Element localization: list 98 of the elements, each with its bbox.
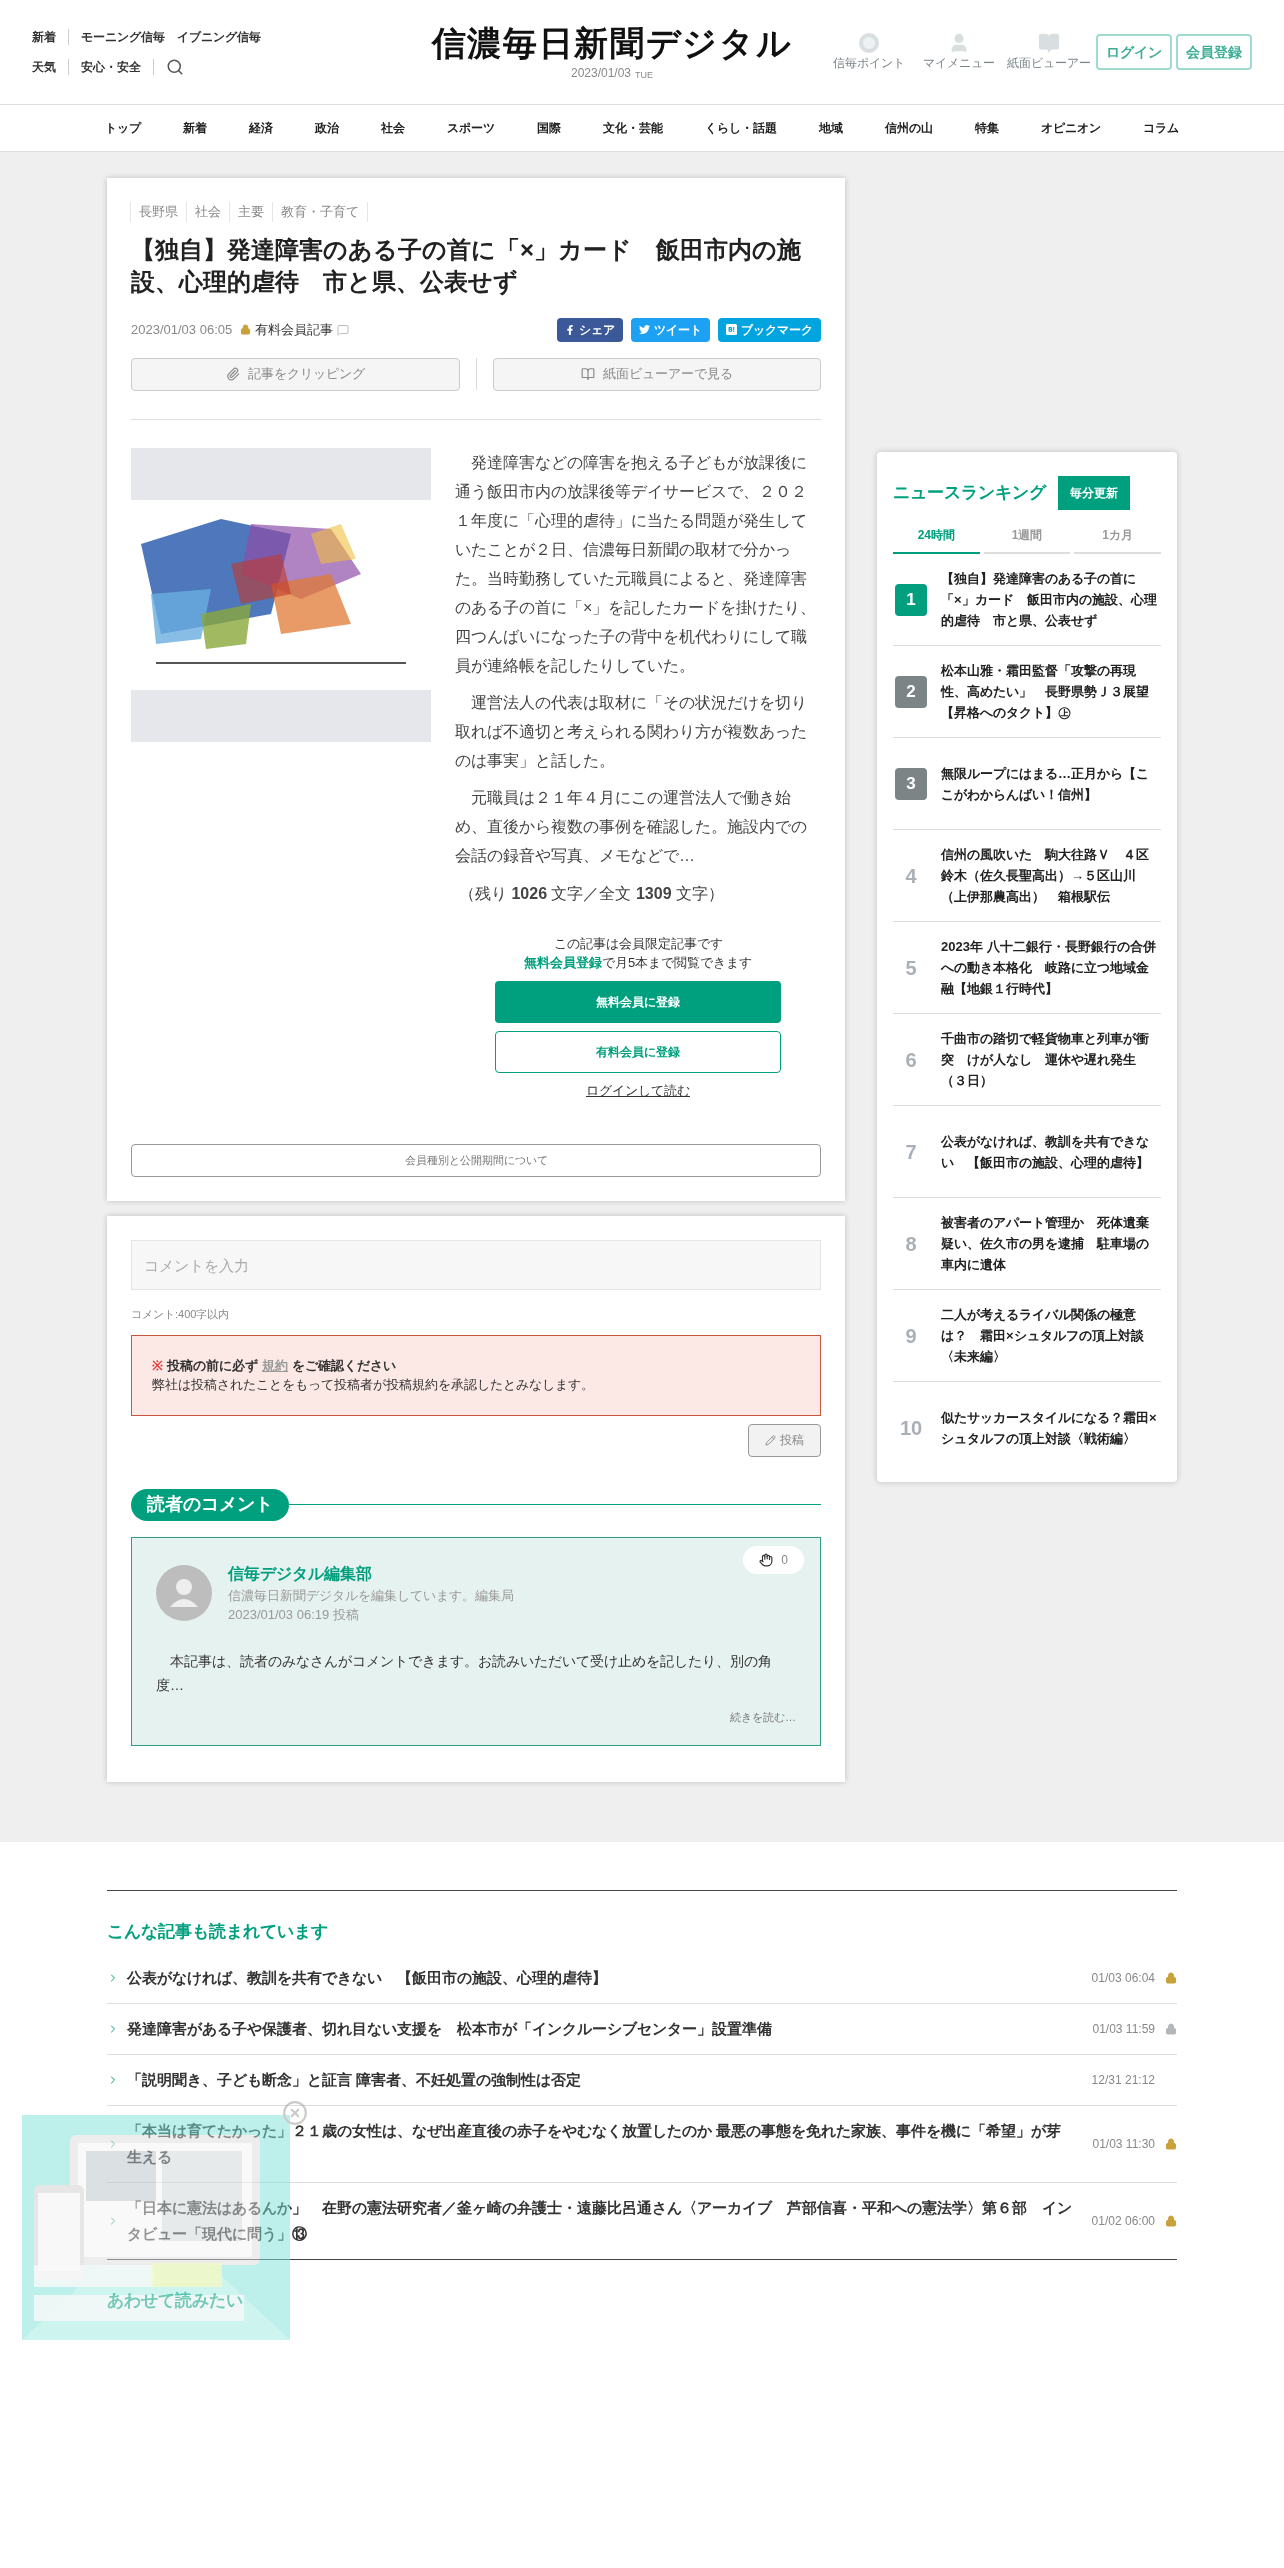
- nav-link[interactable]: 地域: [819, 119, 843, 137]
- article-datetime: 2023/01/03 06:05: [131, 320, 233, 339]
- bookmark-logo-icon: [726, 324, 737, 335]
- related-article-link[interactable]: 公表がなければ、教訓を共有できない 【飯田市の施設、心理的虐待】: [127, 1964, 1075, 1991]
- membership-info-button[interactable]: 会員種別と公開期間について: [131, 1144, 821, 1177]
- paywall-notice: で月5本まで閲覧できます: [601, 954, 753, 972]
- header-icon-label[interactable]: マイメニュー: [923, 54, 995, 72]
- article-paragraph: 運営法人の代表は取材に「その状況だけを切り取れば不適切と考えられる関わり方が複数あったのは事実」と話した。: [455, 692, 808, 771]
- rank-badge: 1: [895, 583, 927, 616]
- nav-link[interactable]: 信州の山: [885, 119, 933, 137]
- nav-link[interactable]: 政治: [315, 119, 339, 137]
- nav-link[interactable]: くらし・話題: [705, 119, 777, 137]
- site-logo[interactable]: 信濃毎日新聞デジタル: [431, 21, 793, 65]
- rank-number: 8: [905, 1231, 917, 1257]
- nav-link[interactable]: スポーツ: [447, 119, 495, 137]
- comment-limit: コメント:400字以内: [131, 1307, 231, 1322]
- coin-icon: [858, 32, 880, 54]
- read-more-link[interactable]: 続きを読む…: [730, 1708, 796, 1725]
- article-time: 12/31 21:12: [1090, 2071, 1155, 2089]
- avatar-icon: [156, 1565, 212, 1621]
- article-time: 01/03 11:59: [1091, 2020, 1155, 2038]
- like-count: 0: [781, 1551, 788, 1569]
- article-title: 【独自】発達障害のある子の首に「×」カード 飯田市内の施設、心理的虐待 市と県、公表せず: [131, 234, 802, 298]
- header-link[interactable]: 安心・安全: [81, 58, 153, 76]
- notice-heading: をご確認ください: [292, 1356, 396, 1375]
- nav-link[interactable]: トップ: [105, 119, 141, 137]
- article-time: 01/03 06:04: [1090, 1969, 1155, 1987]
- category-tag[interactable]: 長野県: [130, 202, 187, 222]
- category-tag[interactable]: 主要: [229, 202, 273, 222]
- ranking-article-link[interactable]: 二人が考えるライバル関係の極意は？ 霜田×シュタルフの頂上対談〈未来編〉: [941, 1304, 1161, 1367]
- date-text: 2023/01/03: [570, 65, 632, 83]
- nav-link[interactable]: 文化・芸能: [603, 119, 663, 137]
- ranking-article-link[interactable]: 【独自】発達障害のある子の首に「×」カード 飯田市内の施設、心理的虐待 市と県、公表せず: [941, 568, 1161, 631]
- ranking-article-link[interactable]: 2023年 八十二銀行・長野銀行の合併への動き本格化 岐路に立つ地域金融【地銀１行時代】: [941, 936, 1161, 999]
- also-read-heading: あわせて読みたい: [107, 2289, 244, 2312]
- paperclip-icon: [225, 367, 240, 381]
- ranking-title: ニュースランキング: [893, 482, 1046, 505]
- remaining-characters: （残り 1026 文字／全文 1309 文字）: [458, 883, 725, 904]
- rank-badge: 2: [895, 675, 927, 708]
- nav-link[interactable]: 経済: [249, 119, 273, 137]
- rank-number: 7: [905, 1139, 917, 1165]
- rank-number: 10: [899, 1416, 923, 1441]
- article-paragraph: 発達障害などの障害を抱える子どもが放課後に通う飯田市内の放課後等デイサービスで、２０２１年度に「心理的虐待」に当たる問題が発生していたことが２日、信濃毎日新聞の取材で分かった。当時勤務していた元職員によると、発達障害のある子の首に「×」を記したカードを掛けたり、四つんばいになった子の背中を机代わりにして職員が連絡帳を記したりしていた。: [455, 452, 818, 676]
- related-heading: こんな記事も読まれています: [107, 1921, 329, 1943]
- weekday-text: TUE: [635, 68, 654, 82]
- book-icon: [1038, 32, 1060, 54]
- nav-link[interactable]: コラム: [1143, 119, 1179, 137]
- nav-link[interactable]: 特集: [975, 119, 999, 137]
- header-link[interactable]: 新着: [32, 28, 68, 46]
- rank-number: 5: [905, 955, 917, 981]
- notice-heading: 投稿の前に必ず: [167, 1356, 258, 1375]
- ranking-article-link[interactable]: 松本山雅・霜田監督「攻撃の再現性、高めたい」 長野県勢Ｊ３展望【昇格へのタクト】㊤: [941, 660, 1161, 723]
- paywall-notice: この記事は会員限定記事です: [553, 934, 723, 953]
- nav-link[interactable]: 新着: [183, 119, 207, 137]
- search-icon[interactable]: [166, 58, 184, 76]
- viewer-button[interactable]: 紙面ビューアーで見る: [492, 357, 821, 391]
- rank-number: 9: [905, 1323, 917, 1349]
- rank-number: 6: [905, 1047, 917, 1073]
- rank-number: 4: [905, 863, 917, 889]
- comment-field[interactable]: コメントを入力: [131, 1240, 821, 1290]
- nav-link[interactable]: 社会: [381, 119, 405, 137]
- ranking-article-link[interactable]: 公表がなければ、教訓を共有できない 【飯田市の施設、心理的虐待】: [941, 1130, 1161, 1173]
- nav-link[interactable]: オピニオン: [1041, 119, 1101, 137]
- comment-time: 2023/01/03 06:19 投稿: [228, 1606, 360, 1624]
- pencil-icon: [765, 1434, 776, 1446]
- lock-icon: [240, 324, 252, 335]
- header-link[interactable]: イブニング信毎: [177, 28, 273, 46]
- facebook-icon: [565, 324, 575, 335]
- ranking-article-link[interactable]: 千曲市の踏切で軽貨物車と列車が衝突 けが人なし 運休や遅れ発生（３日）: [941, 1028, 1161, 1091]
- book-icon: [580, 367, 595, 381]
- notice-mark: ※: [152, 1356, 163, 1375]
- article-time: 01/03 11:30: [1091, 2135, 1155, 2153]
- related-article-link[interactable]: 「説明聞き、子ども断念」と証言 障害者、不妊処置の強制性は否定: [127, 2066, 1075, 2093]
- ranking-article-link[interactable]: 信州の風吹いた 駒大往路Ｖ ４区鈴木（佐久長聖高出）→５区山川（上伊那農高出） 箱根駅伝: [941, 844, 1161, 907]
- notice-text: 弊社は投稿されたことをもって投稿者が投稿規約を承認したとみなします。: [152, 1376, 595, 1394]
- ranking-article-link[interactable]: 似たサッカースタイルになる？霜田×シュタルフの頂上対談〈戦術編〉: [941, 1407, 1161, 1449]
- related-article-link[interactable]: 発達障害がある子や保護者、切れ目ない支援を 松本市が「インクルーシブセンター」設置準備: [127, 2015, 1075, 2042]
- ranking-article-link[interactable]: 無限ループにはまる…正月から【ここがわからんばい！信州】: [941, 762, 1161, 805]
- share-button[interactable]: シェア: [557, 317, 623, 342]
- header-icon-label[interactable]: 紙面ビューアー: [1007, 54, 1091, 72]
- header-icon-label[interactable]: 信毎ポイント: [833, 54, 905, 72]
- article-time: 01/02 06:00: [1090, 2212, 1155, 2230]
- article-paragraph: 元職員は２１年４月にこの運営法人で働き始め、直後から複数の事例を確認した。施設内での会話の録音や写真、メモなどで…: [455, 787, 808, 866]
- login-link[interactable]: ログインして読む: [586, 1080, 690, 1100]
- ranking-article-link[interactable]: 被害者のアパート管理か 死体遺棄疑い、佐久市の男を逮捕 駐車場の車内に遺体: [941, 1212, 1161, 1275]
- category-tag[interactable]: 教育・子育て: [272, 202, 368, 222]
- paid-member-label: 有料会員記事: [255, 320, 334, 339]
- section-heading: 読者のコメント: [131, 1488, 289, 1521]
- nav-link[interactable]: 国際: [537, 119, 561, 137]
- bird-icon: [639, 324, 650, 335]
- update-badge: 毎分更新: [1058, 476, 1130, 510]
- hand-icon[interactable]: [759, 1552, 774, 1567]
- category-tag[interactable]: 社会: [186, 202, 230, 222]
- author-profile: 信濃毎日新聞デジタルを編集しています。編集局: [228, 1586, 514, 1605]
- header-link[interactable]: 天気: [32, 58, 68, 76]
- comment-text: 本記事は、読者のみなさんがコメントできます。お読みいただいて受け止めを記したり、別の角度…: [156, 1651, 773, 1695]
- rank-badge: 3: [895, 767, 927, 800]
- header-link[interactable]: モーニング信毎: [81, 28, 177, 46]
